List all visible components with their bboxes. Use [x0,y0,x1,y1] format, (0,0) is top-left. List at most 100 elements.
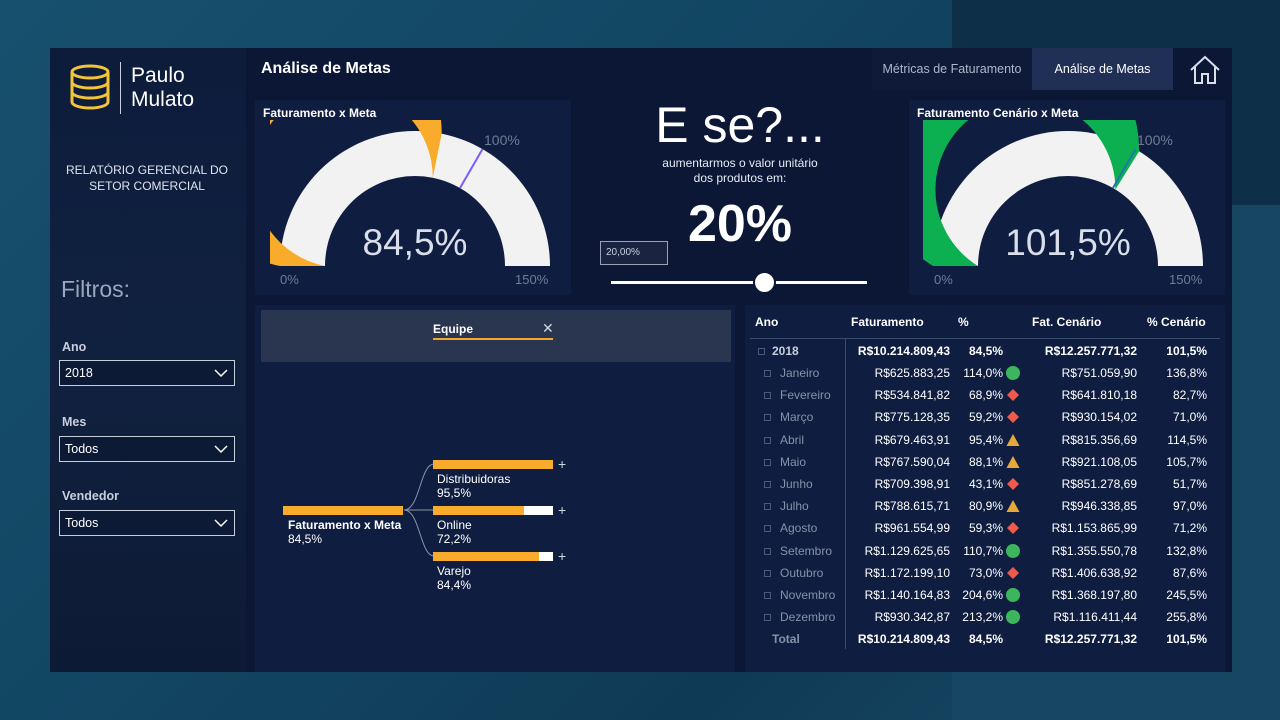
cell-pct: 80,9% [968,499,1003,514]
table-row[interactable]: Maio R$767.590,04 88,1% R$921.108,05 105,7% [750,451,1215,473]
filter-select-vendedor[interactable]: Todos [59,510,235,536]
cell-fat: R$788.615,71 [874,499,950,514]
cell-fat: R$1.140.164,83 [864,588,950,602]
cell-fat: R$1.129.625,65 [864,543,950,558]
brand-line-2: Mulato [131,88,195,111]
expand-icon[interactable] [764,569,771,577]
filter-label-ano: Ano [62,340,87,354]
expand-icon[interactable] [764,481,771,488]
cell-pct: 88,1% [968,454,1003,469]
expand-icon[interactable] [764,436,771,444]
cell-pct: 114,0% [963,366,1003,380]
cell-pcen: 51,7% [1172,477,1207,491]
home-icon[interactable] [1188,54,1222,86]
col-header-fat-cenario[interactable]: Fat. Cenário [1032,315,1101,329]
table-row[interactable]: Fevereiro R$534.841,82 68,9% R$641.810,18 82… [750,384,1215,406]
decomp-root-bar[interactable] [283,506,403,515]
table-row[interactable]: Agosto R$961.554,99 59,3% R$1.153.865,99 71,… [750,517,1215,539]
expand-icon[interactable] [764,370,771,377]
decomp-field-underline [433,338,553,340]
expand-plus-icon[interactable]: + [558,548,566,564]
cell-fat: R$10.214.809,43 [857,632,950,646]
whatif-value-input[interactable]: 20,00% [600,241,668,265]
expand-icon[interactable] [764,547,771,555]
table-row[interactable]: Dezembro R$930.342,87 213,2% R$1.116.411,44… [750,606,1215,628]
whatif-slider-thumb[interactable] [753,271,777,294]
cell-month: Abril [780,432,805,447]
expand-icon[interactable] [764,392,771,400]
table-row-year[interactable]: 2018 R$10.214.809,43 84,5% R$12.257.771,… [750,340,1215,362]
expand-icon[interactable] [764,414,771,422]
decomp-label-varejo: Varejo [437,564,471,578]
expand-icon[interactable] [764,458,771,466]
table-header-divider [750,338,1220,339]
cell-cen: R$12.257.771,32 [1044,344,1137,358]
cell-pcen: 71,2% [1172,521,1207,536]
cell-pcen: 132,8% [1166,543,1207,558]
gauge-target-faturamento: 100% [484,132,520,148]
table-row[interactable]: Março R$775.128,35 59,2% R$930.154,02 71,0% [750,406,1215,428]
gauge-max-cenario: 150% [1169,272,1203,287]
status-circle-icon [1006,366,1020,380]
tab-metricas-faturamento[interactable]: Métricas de Faturamento [872,48,1032,90]
gauge-value-faturamento: 84,5% [362,222,468,263]
table-row[interactable]: Outubro R$1.172.199,10 73,0% R$1.406.638,92… [750,562,1215,584]
filter-value-ano: 2018 [65,366,93,380]
expand-icon[interactable] [764,525,771,533]
expand-plus-icon[interactable]: + [558,456,566,472]
tab-analise-metas[interactable]: Análise de Metas [1032,48,1173,90]
expand-icon[interactable] [764,503,771,511]
cell-pct: 84,5% [968,344,1003,358]
cell-cen: R$1.116.411,44 [1053,610,1137,625]
decomp-value-varejo: 84,4% [437,578,472,592]
whatif-subtitle: aumentarmos o valor unitário dos produto… [620,156,860,186]
cell-year: 2018 [772,344,799,358]
cell-month: Setembro [780,543,833,558]
cell-fat: R$775.128,35 [874,410,950,425]
filter-label-vendedor: Vendedor [62,489,119,503]
decomp-bar-online[interactable] [433,506,525,515]
cell-fat: R$625.883,25 [874,366,950,380]
filter-value-vendedor: Todos [65,516,99,530]
table-row[interactable]: Junho R$709.398,91 43,1% R$851.278,69 51,7% [750,473,1215,495]
table-row[interactable]: Novembro R$1.140.164,83 204,6% R$1.368.197,… [750,584,1215,606]
cell-cen: R$1.368.197,80 [1051,588,1137,602]
whatif-subtitle-line2: dos produtos em: [693,171,787,185]
gauge-target-cenario: 100% [1137,132,1173,148]
cell-cen: R$815.356,69 [1061,432,1137,447]
col-header-faturamento[interactable]: Faturamento [851,315,924,329]
col-header-ano[interactable]: Ano [755,315,778,329]
decomp-field-label[interactable]: Equipe [433,322,473,336]
status-diamond-icon [1007,411,1019,424]
whatif-slider-track[interactable] [611,281,867,284]
close-icon[interactable]: ✕ [542,320,554,337]
cell-month: Julho [780,499,809,514]
logo-divider [120,62,121,114]
decomp-bar-varejo[interactable] [433,552,539,561]
whatif-subtitle-line1: aumentarmos o valor unitário [662,156,818,170]
status-circle-icon [1006,543,1020,558]
table-row[interactable]: Setembro R$1.129.625,65 110,7% R$1.355.550,… [750,540,1215,562]
page-title: Análise de Metas [261,60,391,77]
filter-select-ano[interactable]: 2018 [59,360,235,386]
col-header-pct-cenario[interactable]: % Cenário [1147,315,1206,329]
cell-fat: R$930.342,87 [874,610,950,625]
status-circle-icon [1006,610,1020,625]
collapse-icon[interactable] [758,348,765,355]
expand-plus-icon[interactable]: + [558,502,566,518]
expand-icon[interactable] [764,614,771,622]
database-icon [70,64,110,110]
cell-month: Agosto [780,521,818,536]
table-row[interactable]: Abril R$679.463,91 95,4% R$815.356,69 114,5% [750,429,1215,451]
cell-pct: 59,3% [968,521,1003,536]
cell-pcen: 87,6% [1172,565,1207,580]
expand-icon[interactable] [764,592,771,599]
decomp-bar-distribuidoras[interactable] [433,460,553,469]
col-header-pct[interactable]: % [958,315,969,329]
table-row[interactable]: Janeiro R$625.883,25 114,0% R$751.059,90 136… [750,362,1215,384]
filter-select-mes[interactable]: Todos [59,436,235,462]
table-row[interactable]: Julho R$788.615,71 80,9% R$946.338,85 97,0% [750,495,1215,517]
cell-pct: 43,1% [968,477,1003,491]
cell-total-label: Total [772,632,800,646]
cell-cen: R$946.338,85 [1061,499,1137,514]
